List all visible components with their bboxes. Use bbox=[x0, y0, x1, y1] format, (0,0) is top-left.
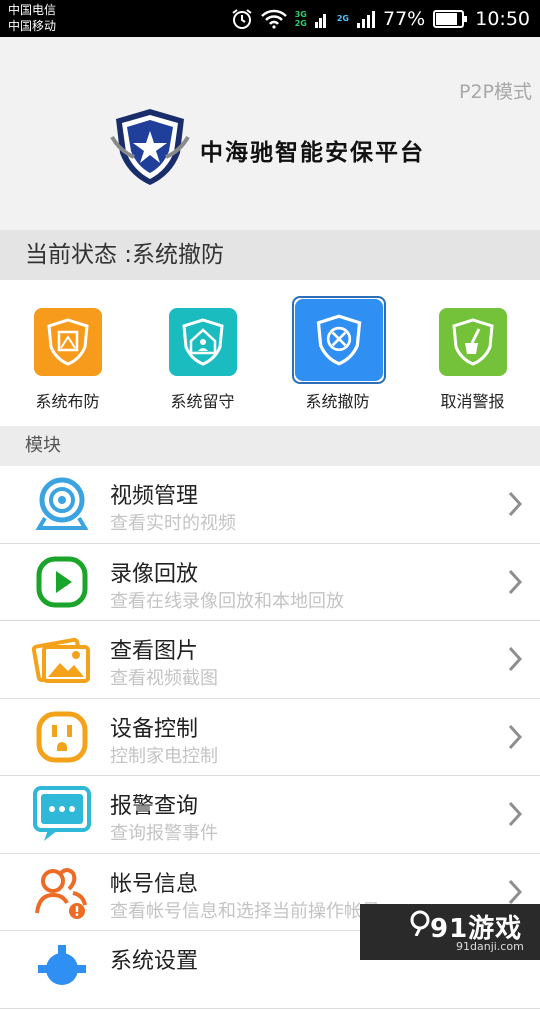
network-type-indicator: 3G 2G bbox=[294, 9, 307, 28]
module-title: 帐号信息 bbox=[110, 871, 199, 897]
signal-icon-2 bbox=[357, 10, 375, 28]
message-icon bbox=[30, 786, 94, 842]
arm-shield-icon bbox=[34, 308, 102, 376]
battery-icon bbox=[433, 9, 468, 28]
watermark-logo-icon bbox=[408, 910, 432, 940]
clock-time: 10:50 bbox=[475, 7, 530, 30]
arm-system-button[interactable]: 系统布防 bbox=[0, 280, 135, 426]
module-title: 录像回放 bbox=[110, 561, 199, 587]
module-subtitle: 查看视频截图 bbox=[110, 668, 218, 689]
carrier-2: 中国移动 bbox=[8, 19, 57, 33]
module-recording-playback[interactable]: 录像回放 查看在线录像回放和本地回放 bbox=[0, 543, 540, 621]
socket-icon bbox=[30, 709, 94, 765]
module-title: 设备控制 bbox=[110, 716, 199, 742]
module-subtitle: 查看实时的视频 bbox=[110, 513, 236, 534]
play-icon bbox=[30, 554, 94, 610]
cancel-alarm-icon bbox=[439, 308, 507, 376]
brand-logo bbox=[110, 107, 190, 191]
brand-title: 中海驰智能安保平台 bbox=[200, 140, 425, 166]
module-alarm-query[interactable]: 报警查询 查询报警事件 bbox=[0, 776, 540, 854]
battery-percent: 77% bbox=[383, 7, 426, 30]
module-device-control[interactable]: 设备控制 控制家电控制 bbox=[0, 698, 540, 776]
arm-system-label: 系统布防 bbox=[35, 392, 100, 411]
current-state-bar: 当前状态 :系统撤防 bbox=[0, 230, 540, 280]
module-title: 查看图片 bbox=[110, 639, 199, 664]
module-subtitle: 查看在线录像回放和本地回放 bbox=[110, 590, 344, 612]
network-type-indicator-2: 2G bbox=[336, 14, 349, 23]
disarm-shield-icon bbox=[295, 299, 383, 381]
cancel-alarm-button[interactable]: 取消警报 bbox=[405, 280, 540, 426]
status-bar: 中国电信 中国移动 3G 2G 2G 77% 10:50 bbox=[0, 0, 540, 37]
p2p-mode-toggle[interactable]: P2P模式 bbox=[459, 77, 532, 104]
module-title: 视频管理 bbox=[110, 484, 199, 509]
signal-icon bbox=[314, 10, 329, 28]
module-title: 报警查询 bbox=[110, 794, 199, 819]
home-stay-icon bbox=[169, 308, 237, 376]
module-subtitle: 查询报警事件 bbox=[110, 823, 218, 844]
carrier-info: 中国电信 中国移动 bbox=[8, 2, 56, 34]
stay-mode-label: 系统留守 bbox=[170, 392, 235, 411]
module-video-management[interactable]: 视频管理 查看实时的视频 bbox=[0, 466, 540, 544]
chevron-right-icon bbox=[508, 491, 523, 521]
module-title: 系统设置 bbox=[110, 949, 199, 974]
current-state-label: 当前状态 :系统撤防 bbox=[25, 242, 225, 268]
module-view-pictures[interactable]: 查看图片 查看视频截图 bbox=[0, 621, 540, 699]
chevron-right-icon bbox=[508, 724, 523, 754]
watermark: 91游戏 91danji.com bbox=[360, 904, 540, 960]
chevron-right-icon bbox=[508, 569, 523, 599]
module-subtitle: 查看帐号信息和选择当前操作帐号 bbox=[110, 900, 380, 922]
watermark-url: 91danji.com bbox=[456, 940, 524, 953]
modules-section-header: 模块 bbox=[0, 426, 540, 466]
disarm-system-label: 系统撤防 bbox=[305, 392, 370, 411]
stay-mode-button[interactable]: 系统留守 bbox=[135, 280, 270, 426]
module-subtitle: 控制家电控制 bbox=[110, 745, 218, 767]
wifi-icon bbox=[260, 9, 287, 29]
cancel-alarm-label: 取消警报 bbox=[440, 392, 505, 411]
disarm-system-button[interactable]: 系统撤防 bbox=[270, 280, 405, 426]
settings-icon bbox=[30, 941, 94, 997]
alarm-clock-icon bbox=[231, 8, 253, 30]
app-header: P2P模式 中海驰智能安保平台 bbox=[0, 37, 540, 230]
carrier-1: 中国电信 bbox=[8, 3, 57, 17]
chevron-right-icon bbox=[508, 646, 523, 676]
chevron-right-icon bbox=[508, 801, 523, 831]
account-icon bbox=[30, 864, 94, 920]
security-actions: 系统布防 系统留守 系统撤防 取消警报 bbox=[0, 280, 540, 426]
pictures-icon bbox=[30, 631, 94, 687]
camera-icon bbox=[30, 476, 94, 532]
